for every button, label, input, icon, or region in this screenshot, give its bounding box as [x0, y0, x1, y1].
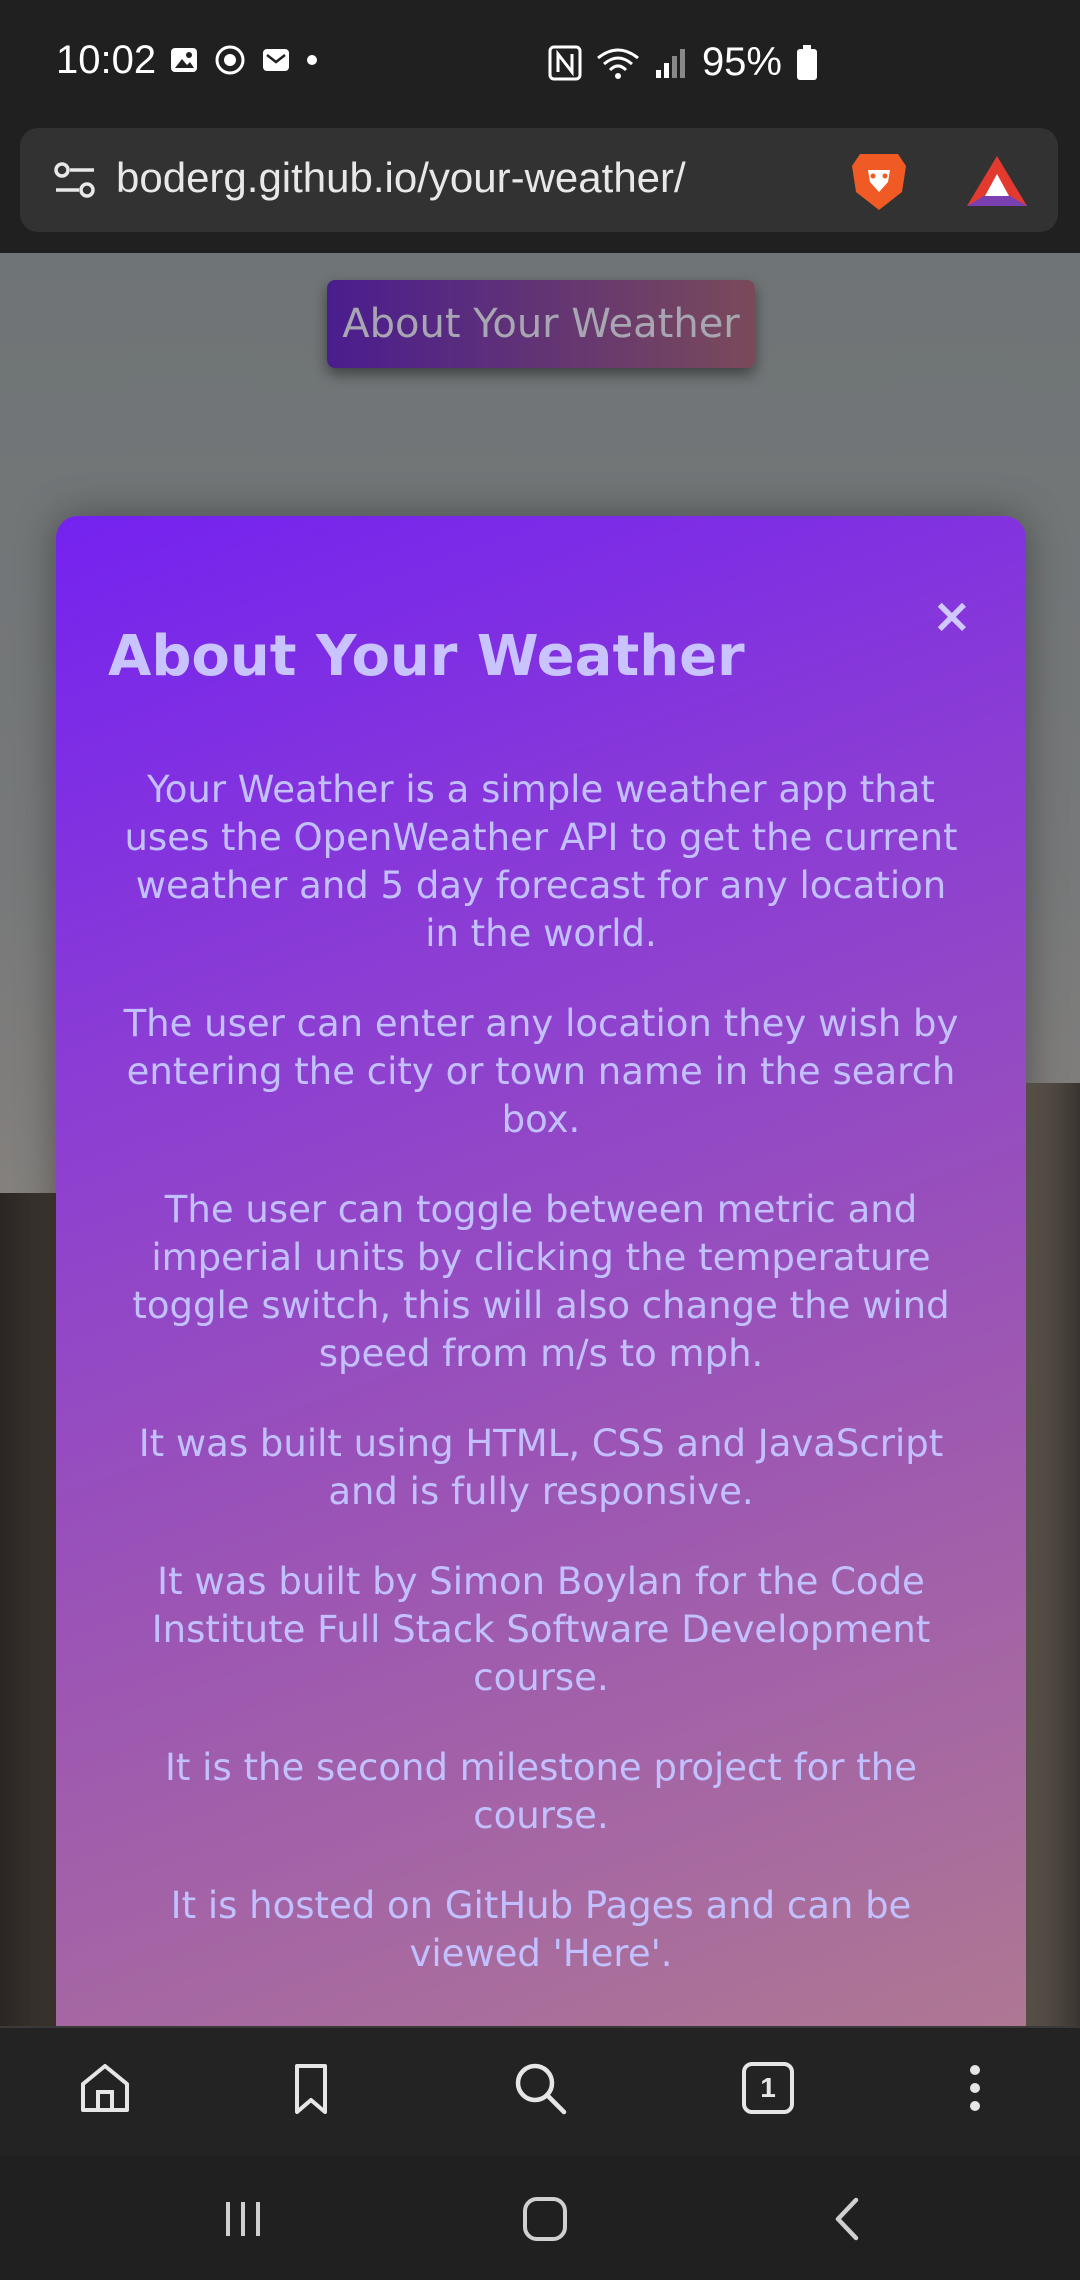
mail-icon	[263, 49, 289, 71]
modal-paragraph[interactable]: It is hosted on GitHub Pages and can be …	[116, 1882, 966, 1978]
status-right: 95%	[548, 40, 818, 85]
modal-paragraph: Your Weather is a simple weather app tha…	[124, 768, 958, 955]
status-bar: 10:02 95%	[0, 0, 1080, 128]
tab-count: 1	[760, 2072, 776, 2103]
battery-icon	[797, 44, 817, 80]
battery-percent: 95%	[701, 40, 782, 84]
modal-title: About Your Weather	[108, 624, 745, 689]
gallery-icon	[171, 48, 197, 72]
modal-paragraph: It was built by Simon Boylan for the Cod…	[151, 1560, 931, 1699]
bookmark-icon[interactable]	[281, 2058, 341, 2118]
search-icon[interactable]	[510, 2058, 570, 2118]
modal-paragraph: The user can enter any location they wis…	[123, 1002, 959, 1141]
brave-rewards-icon[interactable]	[964, 152, 1030, 210]
modal-paragraph: It is the second milestone project for t…	[165, 1746, 917, 1837]
browser-bottom-toolbar: 1	[0, 2026, 1080, 2156]
about-button[interactable]: About Your Weather	[327, 280, 755, 368]
url-text[interactable]: boderg.github.io/your-weather/	[116, 154, 686, 202]
home-icon[interactable]	[75, 2058, 135, 2118]
tabs-button[interactable]: 1	[738, 2058, 798, 2118]
modal-paragraph: The user can toggle between metric and i…	[132, 1188, 950, 1375]
back-icon[interactable]	[824, 2194, 874, 2244]
brave-shields-icon[interactable]	[848, 148, 910, 214]
background-image-right	[1020, 1083, 1080, 2026]
more-notifications-dot-icon	[307, 55, 317, 65]
about-modal: × About Your Weather Your Weather is a s…	[56, 516, 1026, 2026]
record-icon	[215, 45, 245, 75]
system-navigation-bar	[0, 2156, 1080, 2280]
notification-icons	[168, 44, 318, 76]
more-options-icon[interactable]	[945, 2058, 1005, 2118]
home-nav-icon[interactable]	[520, 2194, 570, 2244]
status-time: 10:02	[56, 38, 157, 82]
browser-toolbar: boderg.github.io/your-weather/	[0, 128, 1080, 253]
address-bar[interactable]: boderg.github.io/your-weather/	[20, 128, 1058, 232]
modal-body: Your Weather is a simple weather app tha…	[116, 766, 966, 2020]
close-modal-button[interactable]: ×	[932, 588, 972, 644]
wifi-icon	[597, 48, 639, 79]
signal-icon	[655, 48, 685, 78]
site-settings-icon[interactable]	[52, 158, 98, 202]
recent-apps-icon[interactable]	[218, 2194, 268, 2244]
nfc-icon	[548, 45, 582, 80]
web-page: About Your Weather × About Your Weather …	[0, 253, 1080, 2026]
modal-paragraph: It was built using HTML, CSS and JavaScr…	[138, 1422, 944, 1513]
